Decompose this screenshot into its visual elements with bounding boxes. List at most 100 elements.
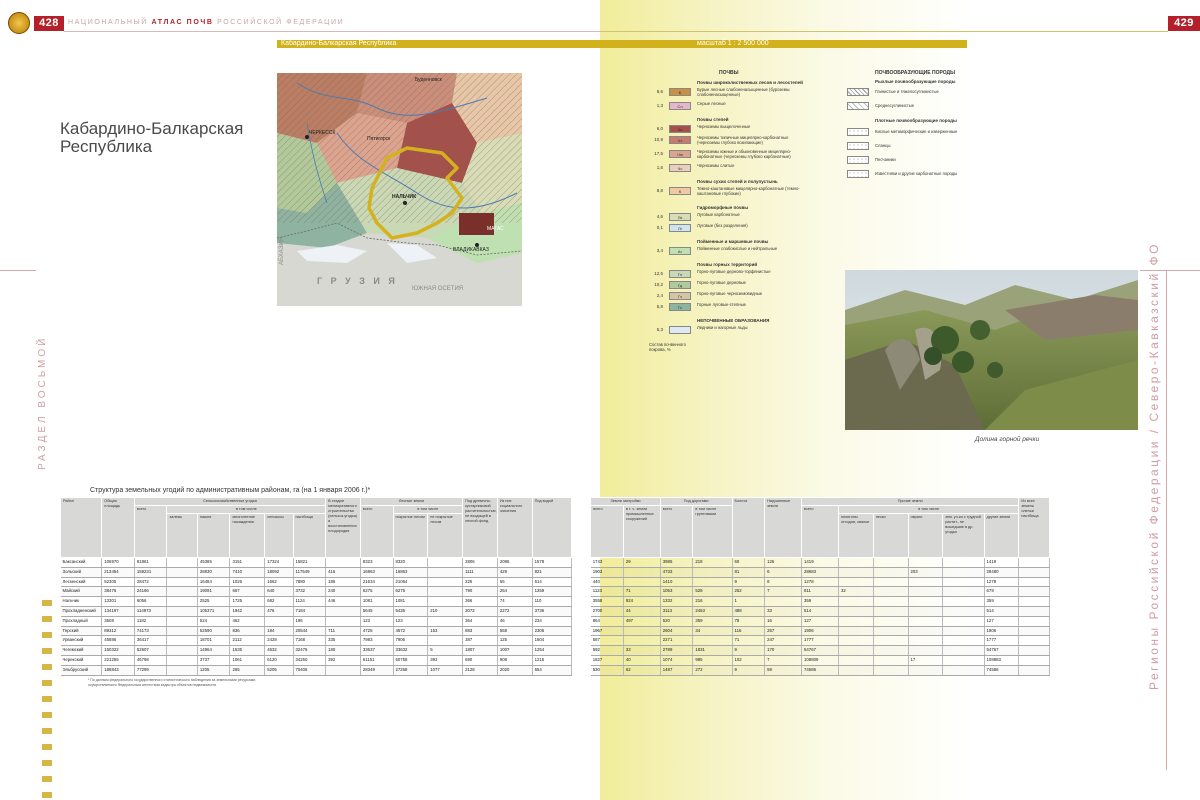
table-cell: 1903 [590, 567, 624, 578]
table-cell: 1725 [229, 596, 266, 607]
table-cell: 3985 [660, 557, 694, 568]
table-cell: 62 [623, 665, 661, 676]
table-cell: 1777 [801, 635, 839, 647]
table-cell [1018, 567, 1050, 578]
legend-item: 5,9 Гс Горные луговые-степные [647, 302, 807, 311]
table-cell [166, 616, 198, 627]
table-cell [873, 557, 909, 568]
legend-item-percent: 10,2 [654, 282, 663, 287]
table-cell: 3732 [293, 586, 327, 598]
table-cell: 640 [264, 586, 294, 598]
legend-rock-swatch [847, 170, 869, 178]
table-cell: 221255 [101, 655, 135, 666]
running-head-post: РОССИЙСКОЙ ФЕДЕРАЦИИ [217, 19, 345, 26]
table-cell: 153 [427, 626, 464, 637]
table-cell: 1061 [229, 655, 266, 666]
table-cell: 359 [801, 596, 839, 607]
table-cell: 1419 [984, 557, 1020, 568]
map-label-magas: МАГАС [487, 226, 504, 232]
table-cell [838, 596, 874, 607]
table-cell: 28349 [360, 665, 394, 676]
table-cell: 1827 [590, 655, 624, 666]
table-cell: 392 [325, 655, 361, 666]
legend-swatch [669, 326, 691, 334]
legend-swatch: Гл [669, 270, 691, 278]
legend-item-percent: 0,1 [656, 225, 663, 230]
table-cell: 1419 [801, 557, 839, 568]
table-cell [571, 626, 591, 636]
table-cell: 21634 [360, 577, 394, 588]
section-label-left: РАЗДЕЛ ВОСЬМОЙ [37, 335, 48, 470]
table-cell [427, 596, 464, 607]
table-cell-district: Майский [60, 586, 103, 598]
legend-item-percent: 8,8 [656, 188, 663, 193]
th-misc: полигоны отходов, свалки [837, 513, 874, 558]
table-cell: 1123 [590, 586, 624, 598]
table-cell: 55 [497, 577, 533, 588]
table-cell [166, 567, 198, 578]
legend-item-percent: 12,5 [654, 271, 663, 276]
table-cell: 36417 [134, 635, 168, 647]
table-cell: 123 [360, 616, 394, 627]
table-cell [942, 567, 985, 578]
table-cell: 16863 [393, 567, 429, 578]
legend-rock-item: Песчаники [847, 156, 1017, 164]
running-head-bold: АТЛАС ПОЧВ [151, 19, 214, 26]
table-cell [427, 567, 464, 578]
table-cell [1018, 586, 1050, 598]
table-cell: 497 [623, 616, 661, 627]
table-cell [166, 665, 198, 676]
table-cell: 6275 [360, 586, 394, 598]
th-other-incl: в том числе [837, 505, 1020, 514]
table-cell: 1967 [590, 626, 624, 637]
map-label-abkhazia: АБХАЗИЯ [279, 236, 285, 265]
table-cell: 18701 [197, 635, 231, 647]
table-cell [838, 557, 874, 568]
table-cell [942, 586, 985, 598]
running-head: НАЦИОНАЛЬНЫЙ АТЛАС ПОЧВ РОССИЙСКОЙ ФЕДЕР… [68, 19, 344, 26]
soil-map: НАЛЬЧИК ЧЕРКЕССК ВЛАДИКАВКАЗ МАГАС Пятиг… [277, 73, 522, 306]
left-page-number: 428 [34, 16, 64, 31]
table-cell: 257 [764, 626, 803, 637]
table-cell: 1743 [590, 557, 624, 568]
table-cell: 74586 [984, 665, 1020, 676]
table-cell: 387 [462, 635, 498, 647]
table-row: Эльбрусский 186843 77299 1205 265 5205 70406 28… [60, 665, 1050, 676]
table-cell-district: Урванский [60, 635, 103, 647]
ornament-icon [42, 600, 52, 798]
table-cell: 89312 [101, 626, 135, 637]
table-cell: 1259 [532, 586, 572, 598]
table-cell [571, 616, 591, 626]
table-cell: 1535 [229, 645, 266, 656]
table-cell [427, 635, 464, 647]
legend-rock-label: Среднесуглинистые [875, 103, 915, 108]
th-perennial: многолетние насаждения [229, 513, 266, 558]
table-cell: 3113 [660, 606, 694, 617]
table-cell: 1182 [134, 616, 168, 627]
legend-rock-label: Известняки и другие карбонатные породы [875, 171, 958, 176]
table-cell [571, 655, 591, 665]
table-cell: 654 [532, 665, 572, 676]
section-label-right: Регионы Российской Федерации / Северо-Ка… [1147, 242, 1161, 690]
table-cell [908, 596, 944, 607]
table-cell: 5645 [360, 606, 394, 617]
table-cell: 1124 [293, 596, 327, 607]
table-cell [325, 665, 361, 676]
legend-item: 5,3 Ледники и нагорные льды [647, 325, 807, 334]
table-cell: 883 [462, 626, 498, 637]
table-cell: 46798 [134, 655, 168, 666]
legend-rock-item: Кислые метаморфические и изверженные [847, 128, 1017, 136]
table-cell: 821 [532, 567, 572, 578]
table-cell-district: Чегемский [60, 645, 103, 656]
legend-item-percent: 17,5 [654, 151, 663, 156]
table-cell: 359 [692, 616, 733, 627]
table-cell: 123 [393, 616, 429, 627]
table-cell: 52590 [197, 626, 231, 637]
legend-swatch: Гд [669, 281, 691, 289]
th-social: Из них социального значения [496, 497, 533, 558]
table-cell: 2428 [264, 635, 294, 647]
table-cell: 45385 [197, 557, 231, 568]
table-cell: 2020 [497, 665, 533, 676]
map-label-pyatigorsk: Пятигорск [367, 136, 391, 142]
table-row: Лескенский 52305 28472 16484 1026 1662 7880 186… [60, 577, 1050, 588]
